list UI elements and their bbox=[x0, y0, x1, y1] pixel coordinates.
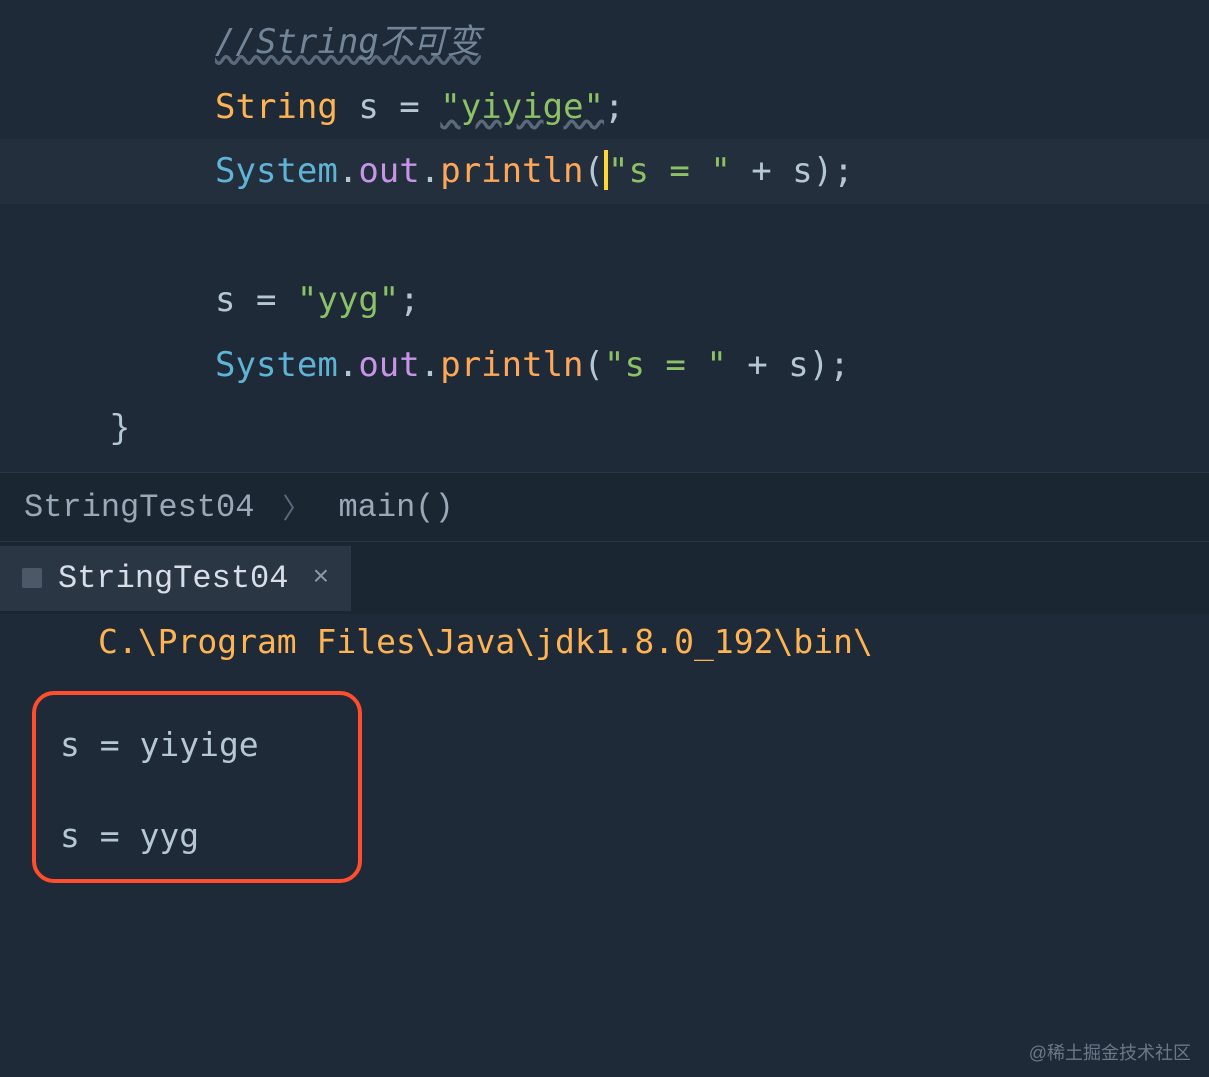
console-panel: StringTest04 × C.\Program Files\Java\jdk… bbox=[0, 542, 1209, 903]
output-highlight-box: s = yiyige s = yyg bbox=[32, 691, 362, 883]
breadcrumb-class[interactable]: StringTest04 bbox=[24, 489, 254, 526]
console-tabs: StringTest04 × bbox=[0, 542, 1209, 614]
code-line-3-current: System.out.println("s = " + s); bbox=[0, 139, 1209, 204]
breadcrumb: StringTest04 〉 main() bbox=[0, 472, 1209, 542]
watermark: @稀土掘金技术社区 bbox=[1029, 1039, 1191, 1065]
breadcrumb-method[interactable]: main() bbox=[338, 489, 453, 526]
console-output-line-1: s = yiyige bbox=[60, 725, 334, 764]
chevron-right-icon: 〉 bbox=[282, 487, 310, 527]
closing-brace: } bbox=[0, 398, 1209, 463]
comment-text: //String不可变 bbox=[215, 22, 481, 62]
console-java-path: C.\Program Files\Java\jdk1.8.0_192\bin\ bbox=[28, 622, 1181, 661]
close-icon[interactable]: × bbox=[312, 563, 329, 594]
code-editor[interactable]: //String不可变 String s = "yiyige"; System.… bbox=[0, 0, 1209, 472]
code-line-5: s = "yyg"; bbox=[0, 268, 1209, 333]
code-line-2: String s = "yiyige"; bbox=[0, 75, 1209, 140]
code-line-blank bbox=[0, 204, 1209, 269]
tab-label: StringTest04 bbox=[58, 560, 288, 597]
console-tab-active[interactable]: StringTest04 × bbox=[0, 546, 351, 611]
code-line-comment: //String不可变 bbox=[0, 10, 1209, 75]
code-line-6: System.out.println("s = " + s); bbox=[0, 333, 1209, 398]
run-config-icon bbox=[22, 568, 42, 588]
console-output[interactable]: C.\Program Files\Java\jdk1.8.0_192\bin\ … bbox=[0, 614, 1209, 903]
console-output-line-2: s = yyg bbox=[60, 816, 334, 855]
